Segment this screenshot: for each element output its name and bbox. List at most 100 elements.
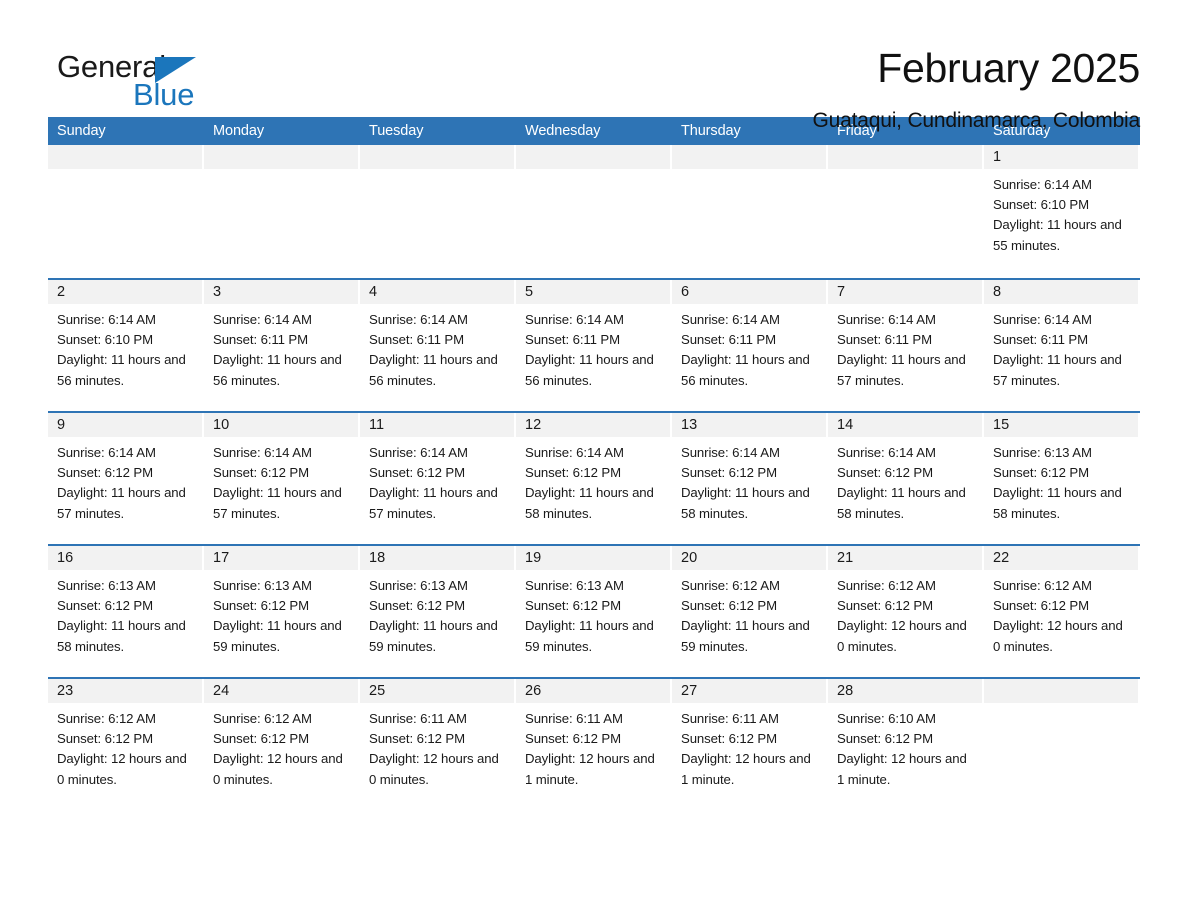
- calendar-day-cell[interactable]: 23 Sunrise: 6:12 AM Sunset: 6:12 PM Dayligh…: [48, 679, 204, 810]
- calendar-day-cell[interactable]: 14 Sunrise: 6:14 AM Sunset: 6:12 PM Dayligh…: [828, 413, 984, 544]
- calendar-day-cell[interactable]: 18 Sunrise: 6:13 AM Sunset: 6:12 PM Dayligh…: [360, 546, 516, 677]
- calendar-day-cell[interactable]: 3 Sunrise: 6:14 AM Sunset: 6:11 PM Daylight…: [204, 280, 360, 411]
- sunset-text: Sunset: 6:12 PM: [681, 465, 777, 481]
- day-info: Sunrise: 6:12 AM Sunset: 6:12 PM Daylight:…: [672, 570, 826, 657]
- sunrise-text: Sunrise: 6:11 AM: [681, 711, 779, 726]
- day-info: Sunrise: 6:14 AM Sunset: 6:12 PM Daylight:…: [516, 437, 670, 524]
- calendar-day-cell[interactable]: 4 Sunrise: 6:14 AM Sunset: 6:11 PM Daylight…: [360, 280, 516, 411]
- calendar-day-cell[interactable]: 7 Sunrise: 6:14 AM Sunset: 6:11 PM Daylight…: [828, 280, 984, 411]
- calendar-day-cell[interactable]: 15 Sunrise: 6:13 AM Sunset: 6:12 PM Dayligh…: [984, 413, 1140, 544]
- day-number-band: 15: [984, 413, 1138, 437]
- day-number-band: 8: [984, 280, 1138, 304]
- sunrise-text: Sunrise: 6:13 AM: [369, 578, 468, 593]
- day-number-band: [204, 145, 358, 169]
- calendar-day-cell[interactable]: 9 Sunrise: 6:14 AM Sunset: 6:12 PM Daylight…: [48, 413, 204, 544]
- day-number-band: 26: [516, 679, 670, 703]
- sunset-text: Sunset: 6:12 PM: [837, 598, 933, 614]
- day-number-band: 25: [360, 679, 514, 703]
- calendar-day-cell[interactable]: 17 Sunrise: 6:13 AM Sunset: 6:12 PM Dayligh…: [204, 546, 360, 677]
- sunrise-text: Sunrise: 6:12 AM: [57, 711, 156, 726]
- general-blue-logo[interactable]: General Blue: [57, 50, 257, 116]
- calendar-day-cell[interactable]: 5 Sunrise: 6:14 AM Sunset: 6:11 PM Daylight…: [516, 280, 672, 411]
- calendar-day-cell[interactable]: 1 Sunrise: 6:14 AM Sunset: 6:10 PM Daylight…: [984, 145, 1140, 278]
- day-number: 5: [525, 284, 534, 300]
- day-info: Sunrise: 6:14 AM Sunset: 6:12 PM Daylight:…: [48, 437, 202, 524]
- day-number: 23: [57, 683, 74, 699]
- day-number-band: 28: [828, 679, 982, 703]
- sunset-text: Sunset: 6:11 PM: [681, 332, 777, 348]
- calendar-day-cell[interactable]: 27 Sunrise: 6:11 AM Sunset: 6:12 PM Dayligh…: [672, 679, 828, 810]
- daylight-text: Daylight: 11 hours and 58 minutes.: [681, 485, 810, 521]
- calendar-day-cell[interactable]: 11 Sunrise: 6:14 AM Sunset: 6:12 PM Dayligh…: [360, 413, 516, 544]
- sunrise-text: Sunrise: 6:13 AM: [993, 445, 1092, 460]
- sunrise-text: Sunrise: 6:14 AM: [993, 312, 1092, 327]
- daylight-text: Daylight: 11 hours and 59 minutes.: [525, 618, 654, 654]
- calendar-day-cell[interactable]: 10 Sunrise: 6:14 AM Sunset: 6:12 PM Dayligh…: [204, 413, 360, 544]
- day-number-band: 13: [672, 413, 826, 437]
- calendar-day-cell[interactable]: 19 Sunrise: 6:13 AM Sunset: 6:12 PM Dayligh…: [516, 546, 672, 677]
- sunset-text: Sunset: 6:12 PM: [525, 731, 621, 747]
- day-number: 18: [369, 550, 386, 566]
- day-info: Sunrise: 6:14 AM Sunset: 6:12 PM Daylight:…: [204, 437, 358, 524]
- sunset-text: Sunset: 6:12 PM: [369, 731, 465, 747]
- day-info: Sunrise: 6:11 AM Sunset: 6:12 PM Daylight:…: [516, 703, 670, 790]
- sunset-text: Sunset: 6:12 PM: [57, 731, 153, 747]
- day-number: 27: [681, 683, 698, 699]
- calendar-day-cell[interactable]: 21 Sunrise: 6:12 AM Sunset: 6:12 PM Dayligh…: [828, 546, 984, 677]
- day-info: Sunrise: 6:12 AM Sunset: 6:12 PM Daylight:…: [204, 703, 358, 790]
- sunset-text: Sunset: 6:11 PM: [993, 332, 1089, 348]
- day-number: 11: [369, 417, 385, 433]
- calendar-day-cell[interactable]: 12 Sunrise: 6:14 AM Sunset: 6:12 PM Dayligh…: [516, 413, 672, 544]
- day-info: Sunrise: 6:12 AM Sunset: 6:12 PM Daylight:…: [48, 703, 202, 790]
- day-info: Sunrise: 6:14 AM Sunset: 6:12 PM Daylight:…: [672, 437, 826, 524]
- sunset-text: Sunset: 6:11 PM: [837, 332, 933, 348]
- sunrise-text: Sunrise: 6:14 AM: [57, 445, 156, 460]
- day-info: Sunrise: 6:14 AM Sunset: 6:11 PM Daylight:…: [360, 304, 514, 391]
- calendar-day-cell[interactable]: 22 Sunrise: 6:12 AM Sunset: 6:12 PM Dayligh…: [984, 546, 1140, 677]
- daylight-text: Daylight: 11 hours and 58 minutes.: [525, 485, 654, 521]
- sunset-text: Sunset: 6:12 PM: [369, 465, 465, 481]
- sunrise-text: Sunrise: 6:12 AM: [837, 578, 936, 593]
- day-info: Sunrise: 6:13 AM Sunset: 6:12 PM Daylight:…: [48, 570, 202, 657]
- calendar-day-cell[interactable]: 25 Sunrise: 6:11 AM Sunset: 6:12 PM Dayligh…: [360, 679, 516, 810]
- day-number-band: 2: [48, 280, 202, 304]
- day-number-band: [48, 145, 202, 169]
- day-number: 24: [213, 683, 230, 699]
- calendar-day-cell[interactable]: 28 Sunrise: 6:10 AM Sunset: 6:12 PM Dayligh…: [828, 679, 984, 810]
- day-number: 28: [837, 683, 854, 699]
- daylight-text: Daylight: 11 hours and 56 minutes.: [525, 352, 654, 388]
- day-info: Sunrise: 6:13 AM Sunset: 6:12 PM Daylight:…: [204, 570, 358, 657]
- day-number-band: 1: [984, 145, 1138, 169]
- daylight-text: Daylight: 11 hours and 57 minutes.: [369, 485, 498, 521]
- calendar-day-cell[interactable]: 20 Sunrise: 6:12 AM Sunset: 6:12 PM Dayligh…: [672, 546, 828, 677]
- sunrise-text: Sunrise: 6:14 AM: [369, 312, 468, 327]
- daylight-text: Daylight: 12 hours and 0 minutes.: [57, 751, 187, 787]
- calendar-day-cell[interactable]: 16 Sunrise: 6:13 AM Sunset: 6:12 PM Dayligh…: [48, 546, 204, 677]
- sunset-text: Sunset: 6:12 PM: [213, 598, 309, 614]
- calendar-day-cell[interactable]: 26 Sunrise: 6:11 AM Sunset: 6:12 PM Dayligh…: [516, 679, 672, 810]
- calendar-day-cell[interactable]: 8 Sunrise: 6:14 AM Sunset: 6:11 PM Daylight…: [984, 280, 1140, 411]
- calendar-day-cell[interactable]: 2 Sunrise: 6:14 AM Sunset: 6:10 PM Daylight…: [48, 280, 204, 411]
- daylight-text: Daylight: 11 hours and 59 minutes.: [369, 618, 498, 654]
- calendar-week-row: 23 Sunrise: 6:12 AM Sunset: 6:12 PM Dayligh…: [48, 677, 1140, 810]
- sunset-text: Sunset: 6:12 PM: [837, 731, 933, 747]
- day-number: 13: [681, 417, 698, 433]
- day-info: Sunrise: 6:13 AM Sunset: 6:12 PM Daylight:…: [516, 570, 670, 657]
- sunrise-text: Sunrise: 6:14 AM: [525, 445, 624, 460]
- calendar-weeks: 1 Sunrise: 6:14 AM Sunset: 6:10 PM Daylight…: [48, 145, 1140, 810]
- daylight-text: Daylight: 11 hours and 56 minutes.: [213, 352, 342, 388]
- day-info: Sunrise: 6:13 AM Sunset: 6:12 PM Daylight:…: [360, 570, 514, 657]
- logo-text-blue: Blue: [133, 77, 195, 112]
- calendar-day-cell[interactable]: 6 Sunrise: 6:14 AM Sunset: 6:11 PM Daylight…: [672, 280, 828, 411]
- sunset-text: Sunset: 6:12 PM: [213, 731, 309, 747]
- sunrise-text: Sunrise: 6:14 AM: [837, 312, 936, 327]
- sunrise-text: Sunrise: 6:14 AM: [213, 445, 312, 460]
- daylight-text: Daylight: 12 hours and 1 minute.: [525, 751, 655, 787]
- calendar-day-cell[interactable]: 24 Sunrise: 6:12 AM Sunset: 6:12 PM Dayligh…: [204, 679, 360, 810]
- sunset-text: Sunset: 6:12 PM: [57, 598, 153, 614]
- sunrise-text: Sunrise: 6:14 AM: [213, 312, 312, 327]
- calendar-day-cell-empty: [48, 145, 204, 278]
- sunrise-text: Sunrise: 6:13 AM: [213, 578, 312, 593]
- day-number-band: 27: [672, 679, 826, 703]
- calendar-day-cell[interactable]: 13 Sunrise: 6:14 AM Sunset: 6:12 PM Dayligh…: [672, 413, 828, 544]
